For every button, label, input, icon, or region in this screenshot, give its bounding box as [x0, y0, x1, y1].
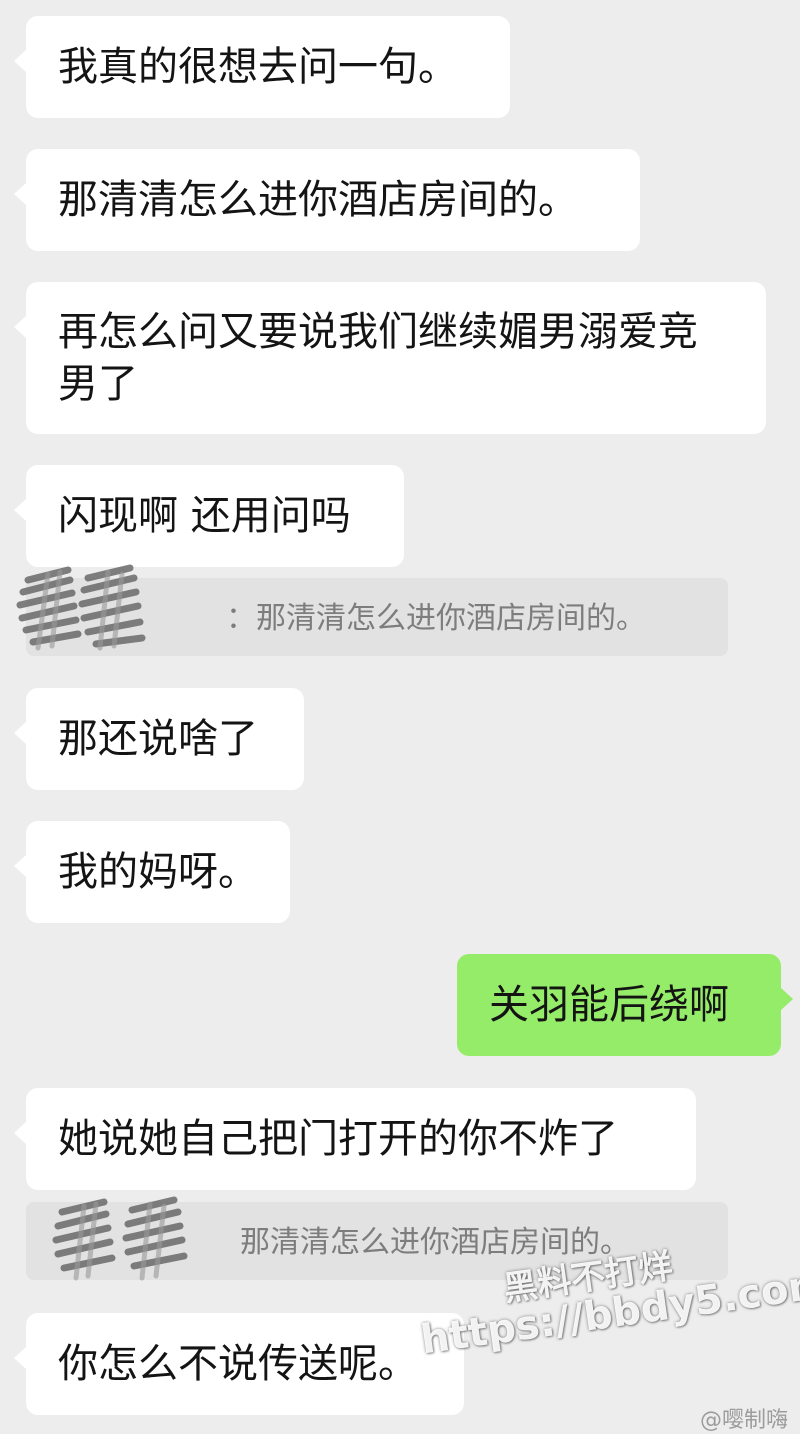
redaction-scribble [16, 564, 146, 651]
message-bubble[interactable]: 我的妈呀。 [14, 821, 290, 923]
message-bubble-outgoing[interactable]: 关羽能后绕啊 [457, 954, 793, 1056]
message-text: 关羽能后绕啊 [489, 982, 729, 1028]
message-text: 你怎么不说传送呢。 [58, 1341, 418, 1387]
message-bubble[interactable]: 她说她自己把门打开的你不炸了 [14, 1088, 696, 1190]
message-text: 我真的很想去问一句。 [58, 44, 458, 90]
quoted-message-text: ：那清清怎么进你酒店房间的。 [226, 601, 646, 636]
message-bubble[interactable]: 那清清怎么进你酒店房间的。 [14, 149, 640, 251]
redaction-scribble [52, 1196, 188, 1281]
message-bubble[interactable]: 那还说啥了 [14, 688, 304, 790]
message-text: 闪现啊 还用问吗 [58, 493, 351, 539]
message-text: 再怎么问又要说我们继续媚男溺爱竞男了 [58, 309, 698, 407]
credit-text: @嘤制嗨 [700, 1408, 789, 1433]
message-bubble[interactable]: 你怎么不说传送呢。 [14, 1313, 464, 1415]
message-text: 那清清怎么进你酒店房间的。 [58, 177, 578, 223]
message-text: 那还说啥了 [58, 716, 258, 762]
message-bubble[interactable]: 再怎么问又要说我们继续媚男溺爱竞男了 [14, 282, 766, 434]
message-text: 她说她自己把门打开的你不炸了 [58, 1116, 618, 1162]
message-bubble[interactable]: 我真的很想去问一句。 [14, 16, 510, 118]
message-bubble[interactable]: 闪现啊 还用问吗 [14, 465, 404, 567]
message-text: 我的妈呀。 [58, 849, 258, 895]
